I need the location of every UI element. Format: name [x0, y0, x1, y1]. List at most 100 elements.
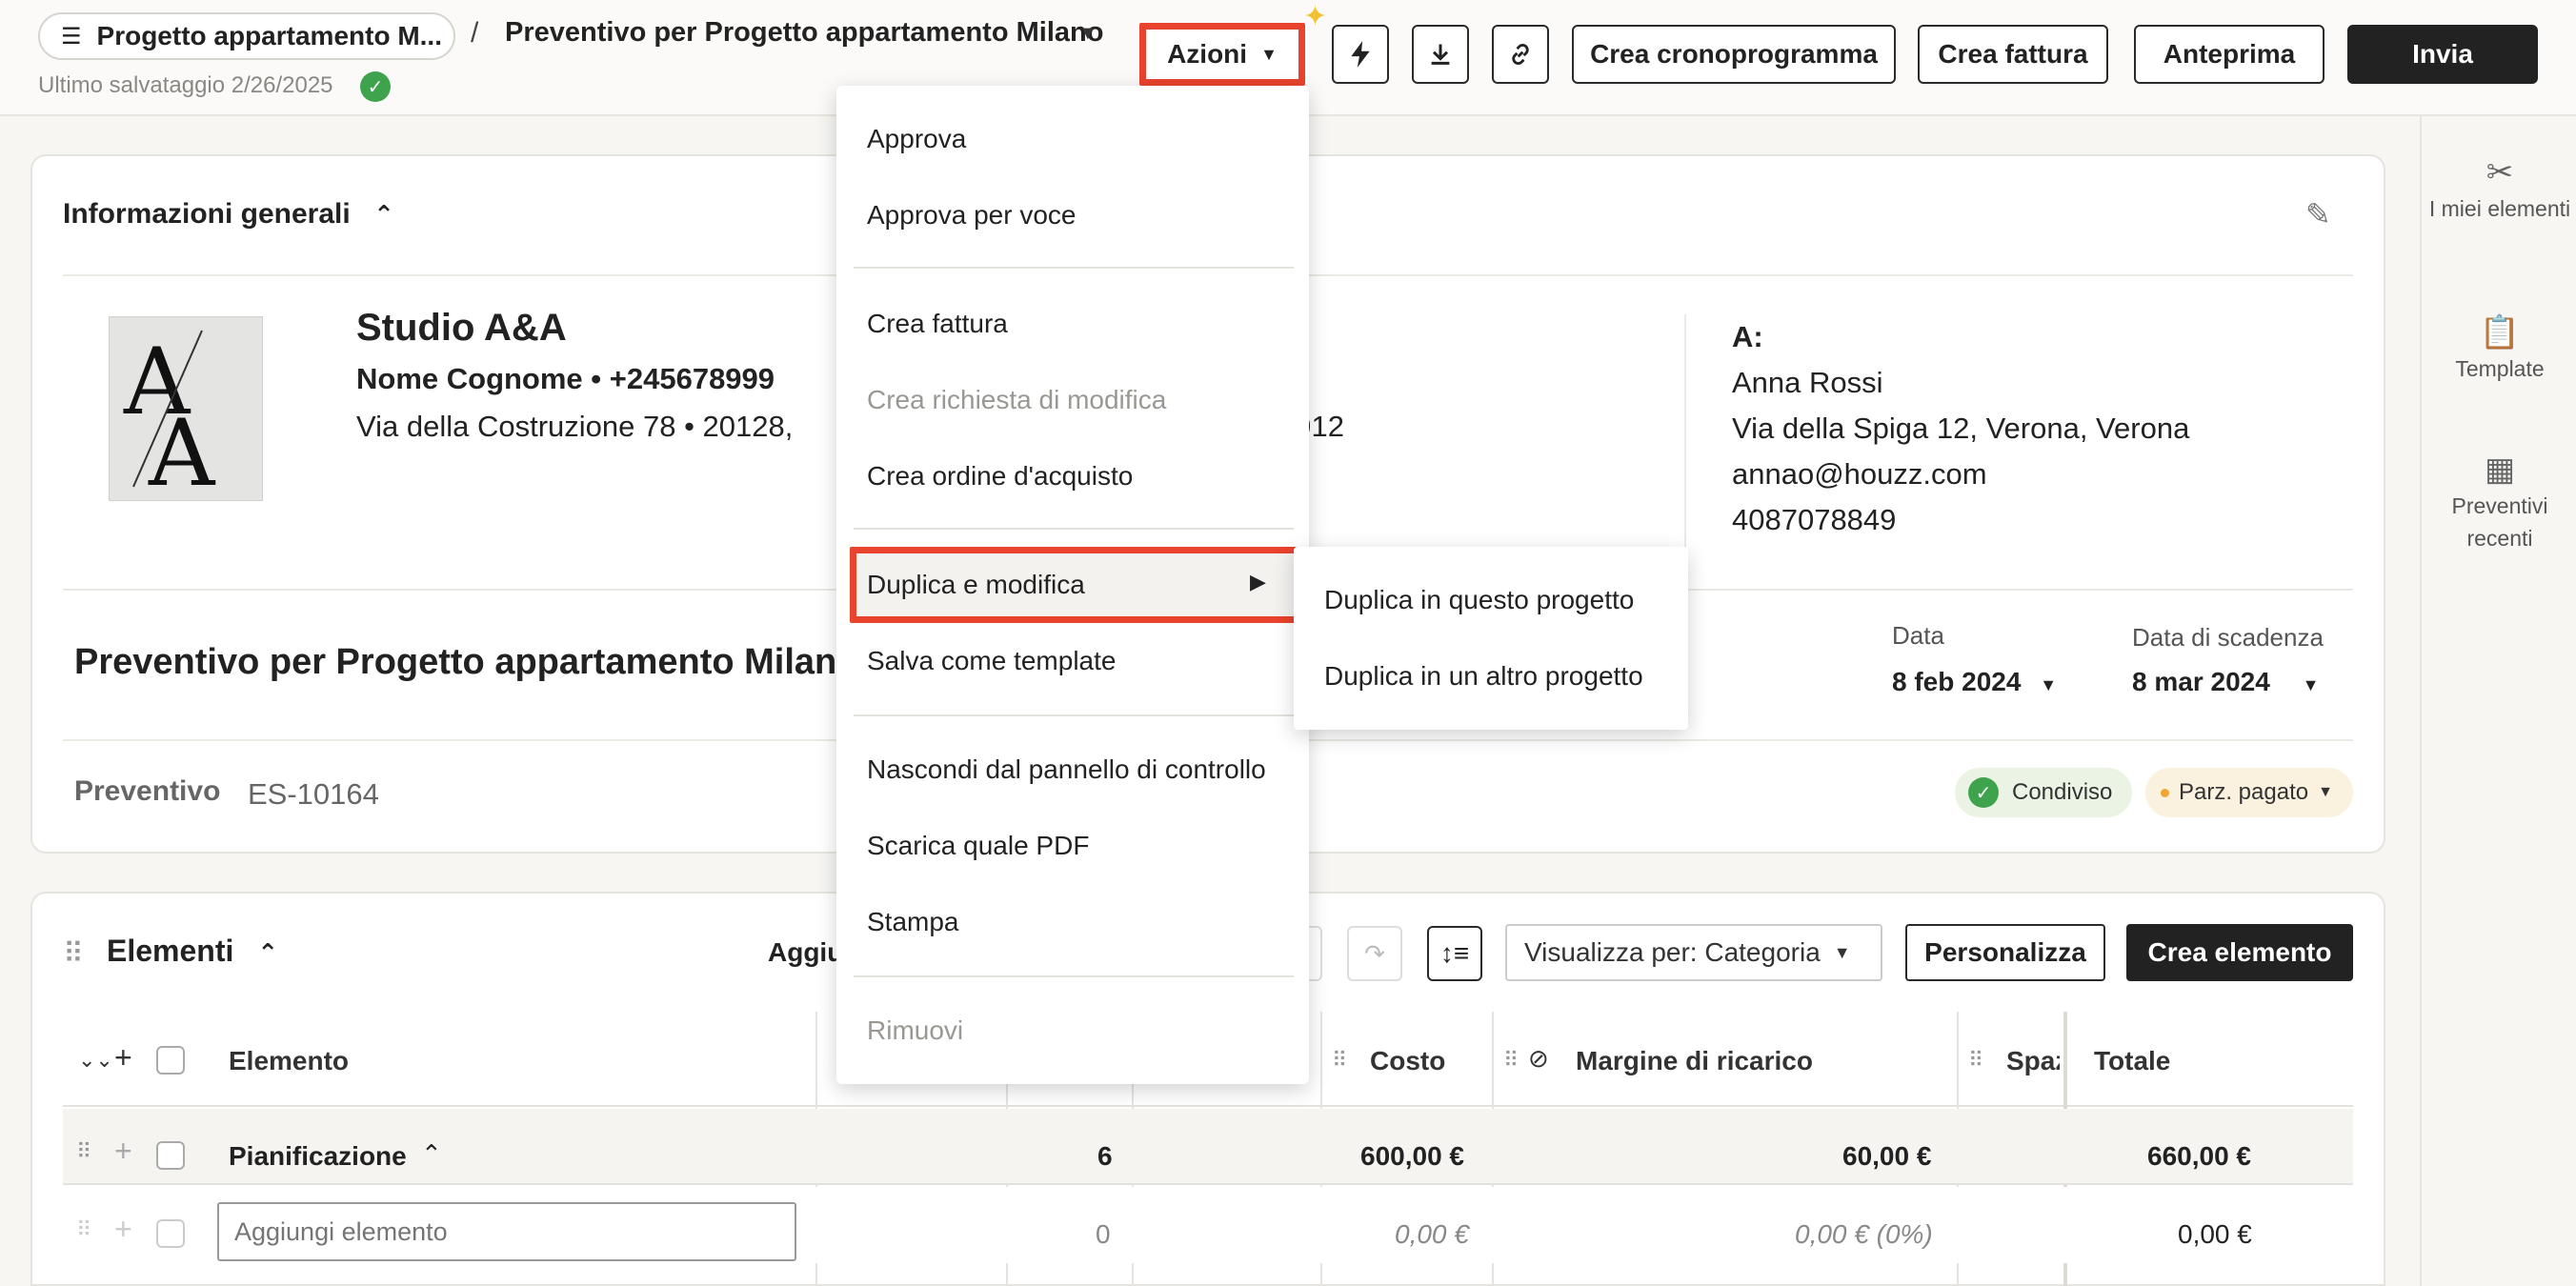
row-density-button[interactable]: ↕≡ — [1427, 926, 1482, 981]
create-schedule-button[interactable]: Crea cronoprogramma — [1572, 25, 1896, 84]
copy-link-button[interactable] — [1492, 25, 1549, 84]
caret-down-icon: ▼ — [2040, 675, 2058, 694]
drag-handle-icon[interactable]: ⠿ — [76, 1139, 91, 1164]
divider — [1684, 314, 1686, 553]
menu-item-label: Duplica e modifica — [867, 570, 1085, 599]
rail-item-label: Preventivi recenti — [2451, 493, 2548, 551]
project-name: Progetto appartamento M... — [96, 21, 442, 50]
redo-button[interactable]: ↷ — [1347, 926, 1402, 981]
caret-right-icon: ▶ — [1250, 570, 1266, 593]
document-title[interactable]: Preventivo per Progetto appartamento Mil… — [505, 17, 1103, 49]
quote-title[interactable]: Preventivo per Progetto appartamento Mil… — [74, 642, 836, 683]
select-all-checkbox[interactable] — [156, 1046, 185, 1075]
caret-down-icon[interactable]: ▼ — [1078, 23, 1097, 45]
view-by-label: Visualizza per: Categoria — [1524, 937, 1821, 967]
create-invoice-button[interactable]: Crea fattura — [1918, 25, 2108, 84]
column-header-markup[interactable]: Margine di ricarico — [1576, 1046, 1813, 1076]
breadcrumb-separator: / — [471, 17, 479, 49]
payment-status-badge[interactable]: Parz. pagato ▼ — [2145, 768, 2353, 817]
add-element-input[interactable] — [217, 1202, 796, 1261]
rail-item-template[interactable]: 📋 Template — [2422, 316, 2576, 385]
due-date-label: Data di scadenza — [2132, 623, 2324, 652]
right-rail: ✂ I miei elementi 📋 Template ▦ Preventiv… — [2420, 116, 2576, 1286]
column-header-total[interactable]: Totale — [2094, 1046, 2170, 1076]
row-checkbox[interactable] — [156, 1141, 185, 1170]
submenu-item-duplicate-this-project[interactable]: Duplica in questo progetto — [1324, 585, 1634, 615]
client-email: annao@houzz.com — [1732, 457, 1987, 491]
drag-handle-icon[interactable]: ⠿ — [1968, 1048, 1983, 1073]
markup-cell: 60,00 € — [1842, 1141, 1932, 1171]
general-info-toggle[interactable]: Informazioni generali ⌃ — [63, 198, 394, 231]
add-button[interactable]: Aggiu — [768, 937, 843, 968]
collapse-all-icon[interactable]: ⌄⌄ — [78, 1048, 113, 1073]
pencil-icon[interactable]: ✎ — [2305, 196, 2331, 232]
create-element-button[interactable]: Crea elemento — [2126, 924, 2353, 981]
calculator-icon: ▦ — [2484, 452, 2516, 488]
drag-handle-icon[interactable]: ⠿ — [76, 1217, 91, 1242]
drag-handle-icon[interactable]: ⠿ — [63, 937, 84, 971]
client-address: Via della Spiga 12, Verona, Verona — [1732, 412, 2190, 445]
submenu-item-duplicate-other-project[interactable]: Duplica in un altro progetto — [1324, 661, 1643, 692]
chevron-up-icon[interactable]: ⌃ — [421, 1139, 442, 1169]
drag-handle-icon[interactable]: ⠿ — [1503, 1048, 1519, 1073]
elements-toggle[interactable]: Elementi ⌃ — [107, 934, 278, 969]
date-picker[interactable]: 8 feb 2024 ▼ — [1892, 667, 2057, 697]
section-title: Informazioni generali — [63, 198, 351, 230]
menu-item-create-invoice[interactable]: Crea fattura — [867, 309, 1008, 339]
actions-button-label: Azioni — [1167, 39, 1248, 69]
menu-divider — [854, 714, 1294, 716]
clipboard-icon: 📋 — [2479, 314, 2521, 351]
download-button[interactable] — [1412, 25, 1469, 84]
project-selector[interactable]: ☰ Progetto appartamento M... — [38, 12, 455, 60]
caret-down-icon: ▼ — [1833, 942, 1851, 962]
due-date-picker[interactable]: 8 mar 2024 ▼ — [2132, 667, 2319, 697]
menu-item-print[interactable]: Stampa — [867, 907, 959, 937]
add-icon[interactable]: + — [114, 1212, 132, 1247]
rail-item-my-elements[interactable]: ✂ I miei elementi — [2422, 156, 2576, 225]
sparkle-icon: ✦ — [1303, 1, 1328, 32]
menu-item-download-pdf[interactable]: Scarica quale PDF — [867, 831, 1089, 861]
company-logo: A A — [109, 316, 263, 501]
line-spacing-icon: ↕≡ — [1439, 938, 1470, 968]
client-name: Anna Rossi — [1732, 366, 1883, 399]
actions-button[interactable]: Azioni ▼ — [1139, 23, 1305, 86]
add-icon[interactable]: + — [114, 1134, 132, 1169]
menu-item-approve[interactable]: Approva — [867, 124, 966, 154]
company-address: Via della Costruzione 78 • 20128, — [356, 410, 794, 443]
quick-action-button[interactable] — [1332, 25, 1389, 84]
add-icon[interactable]: + — [114, 1040, 132, 1075]
menu-item-create-purchase-order[interactable]: Crea ordine d'acquisto — [867, 461, 1133, 492]
eye-off-icon[interactable]: ⊘ — [1528, 1044, 1549, 1074]
svg-text:A: A — [148, 400, 216, 494]
send-button[interactable]: Invia — [2347, 25, 2538, 84]
quote-number-label: Preventivo — [74, 775, 221, 807]
preview-button[interactable]: Anteprima — [2134, 25, 2324, 84]
link-icon — [1512, 44, 1529, 65]
view-by-select[interactable]: Visualizza per: Categoria ▼ — [1505, 924, 1882, 981]
logo-image: A A — [123, 329, 216, 494]
column-header-space[interactable]: Spaz — [2006, 1046, 2060, 1076]
menu-item-create-change-order: Crea richiesta di modifica — [867, 385, 1167, 414]
column-header-cost[interactable]: Costo — [1370, 1046, 1445, 1076]
menu-item-hide-from-dashboard[interactable]: Nascondi dal pannello di controllo — [867, 754, 1266, 785]
badge-label: Parz. pagato — [2179, 779, 2309, 805]
bolt-icon — [1351, 41, 1370, 68]
due-date-value: 8 mar 2024 — [2132, 667, 2270, 696]
drag-handle-icon[interactable]: ⠿ — [1332, 1048, 1347, 1073]
badge-label: Condiviso — [2012, 779, 2113, 805]
column-header-element[interactable]: Elemento — [229, 1046, 349, 1076]
check-icon: ✓ — [360, 71, 391, 102]
quantity-cell: 6 — [1097, 1141, 1113, 1171]
customize-button[interactable]: Personalizza — [1905, 924, 2105, 981]
menu-item-approve-per-item[interactable]: Approva per voce — [867, 200, 1076, 231]
markup-cell: 0,00 € (0%) — [1795, 1219, 1933, 1249]
menu-item-remove: Rimuovi — [867, 1015, 964, 1045]
cost-cell: 0,00 € — [1395, 1219, 1469, 1249]
rail-item-recent-quotes[interactable]: ▦ Preventivi recenti — [2422, 453, 2576, 554]
row-checkbox[interactable] — [156, 1219, 185, 1248]
rail-item-label: Template — [2455, 356, 2545, 381]
download-icon — [1431, 44, 1450, 65]
menu-item-save-as-template[interactable]: Salva come template — [867, 646, 1116, 676]
total-cell: 660,00 € — [2147, 1141, 2251, 1171]
client-label: A: — [1732, 320, 1763, 353]
